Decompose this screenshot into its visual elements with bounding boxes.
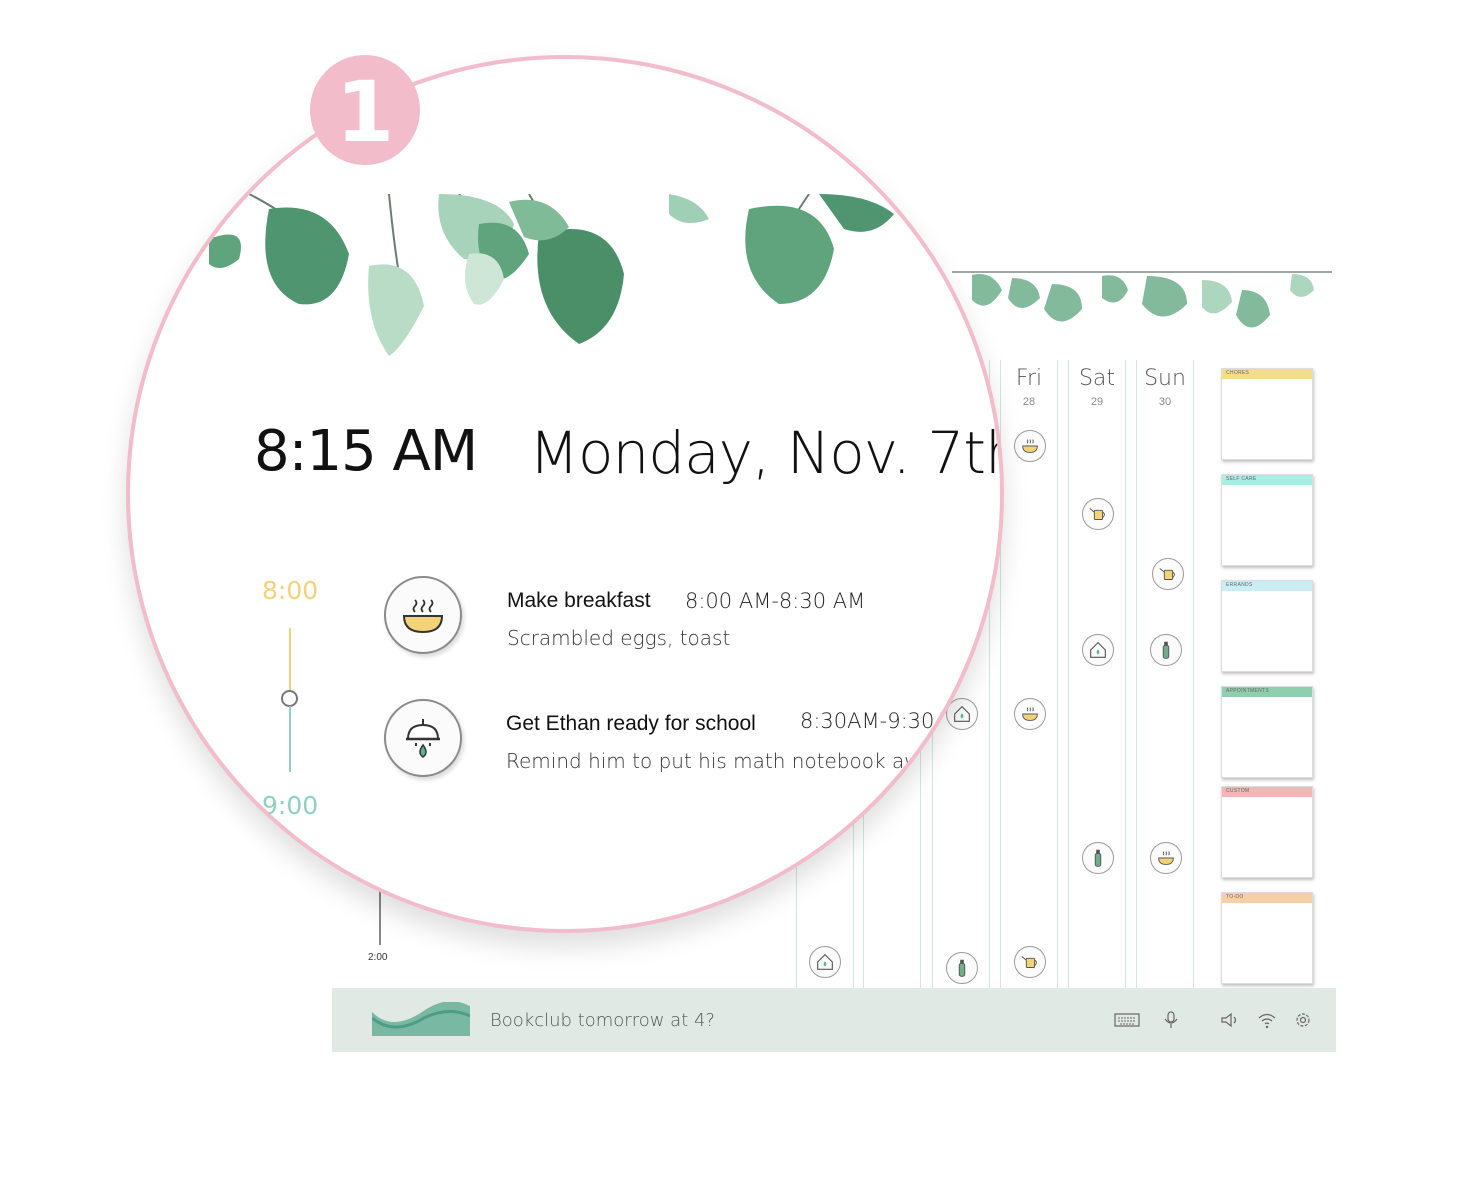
day-column-sat[interactable]: Sat 29 (1068, 360, 1126, 988)
event-bottle-icon[interactable] (1082, 842, 1114, 874)
event-watering-can-icon[interactable] (1152, 558, 1184, 590)
assistant-message[interactable]: Bookclub tomorrow at 4? (490, 1010, 715, 1031)
task-note: Remind him to put his math notebook awa (506, 749, 933, 773)
event-watering-can-icon[interactable] (1014, 946, 1046, 978)
task-title[interactable]: Make breakfast (507, 589, 651, 613)
timeline-hour-label: 2:00 (368, 952, 388, 963)
task-time: 8:30AM-9:30A (800, 709, 949, 733)
eucalyptus-leaves-decoration (952, 271, 1332, 328)
category-card-to-do[interactable]: To-do (1221, 892, 1313, 984)
step-number-badge: 1 (310, 55, 420, 165)
category-card-custom[interactable]: Custom (1221, 786, 1313, 878)
current-date: Monday, Nov. 7th (529, 419, 1004, 487)
keyboard-icon[interactable] (1114, 1010, 1140, 1030)
timeline-line-future (289, 706, 291, 772)
bowl-icon[interactable] (384, 576, 462, 654)
settings-icon[interactable] (1290, 1010, 1316, 1030)
eucalyptus-leaves-decoration (209, 194, 894, 356)
task-time: 8:00 AM-8:30 AM (685, 589, 866, 613)
day-number: 30 (1158, 396, 1172, 408)
day-name: Fri (1015, 366, 1043, 391)
wave-logo-icon (372, 1002, 470, 1036)
category-label: Chores (1226, 370, 1250, 376)
magnifier-lens: 8:15 AM Monday, Nov. 7th 8:00 9:00 Make … (126, 55, 1004, 933)
event-house-icon[interactable] (1082, 634, 1114, 666)
task-title[interactable]: Get Ethan ready for school (506, 712, 756, 736)
bottom-bar: Bookclub tomorrow at 4? (332, 988, 1336, 1052)
current-time: 8:15 AM (254, 419, 478, 484)
shower-icon[interactable] (384, 699, 462, 777)
day-name: Sat (1078, 366, 1116, 391)
wifi-icon[interactable] (1254, 1010, 1280, 1030)
microphone-icon[interactable] (1158, 1010, 1184, 1030)
timeline-start-label: 8:00 (262, 576, 319, 605)
task-note: Scrambled eggs, toast (507, 626, 731, 650)
event-house-icon[interactable] (809, 946, 841, 978)
timeline-now-marker[interactable] (281, 690, 298, 707)
step-number: 1 (335, 63, 395, 161)
category-label: To-do (1226, 894, 1244, 900)
event-bowl-icon[interactable] (1150, 842, 1182, 874)
day-column-sun[interactable]: Sun 30 (1136, 360, 1194, 988)
category-label: Self care (1226, 476, 1257, 482)
timeline-end-label: 9:00 (262, 791, 319, 820)
volume-icon[interactable] (1216, 1010, 1242, 1030)
category-card-chores[interactable]: Chores (1221, 368, 1313, 460)
timeline-line-past (289, 628, 291, 692)
category-card-errands[interactable]: Errands (1221, 580, 1313, 672)
day-number: 28 (1022, 396, 1036, 408)
category-card-self-care[interactable]: Self care (1221, 474, 1313, 566)
day-name: Sun (1144, 366, 1186, 391)
event-watering-can-icon[interactable] (1082, 498, 1114, 530)
day-number: 29 (1090, 396, 1104, 408)
category-label: Errands (1226, 582, 1253, 588)
category-label: Custom (1226, 788, 1250, 794)
event-bottle-icon[interactable] (1150, 634, 1182, 666)
event-house-icon[interactable] (950, 703, 982, 735)
event-bowl-icon[interactable] (1014, 698, 1046, 730)
event-bowl-icon[interactable] (1014, 430, 1046, 462)
category-card-appointments[interactable]: Appointments (1221, 686, 1313, 778)
event-bottle-icon[interactable] (946, 952, 978, 984)
category-label: Appointments (1226, 688, 1270, 694)
